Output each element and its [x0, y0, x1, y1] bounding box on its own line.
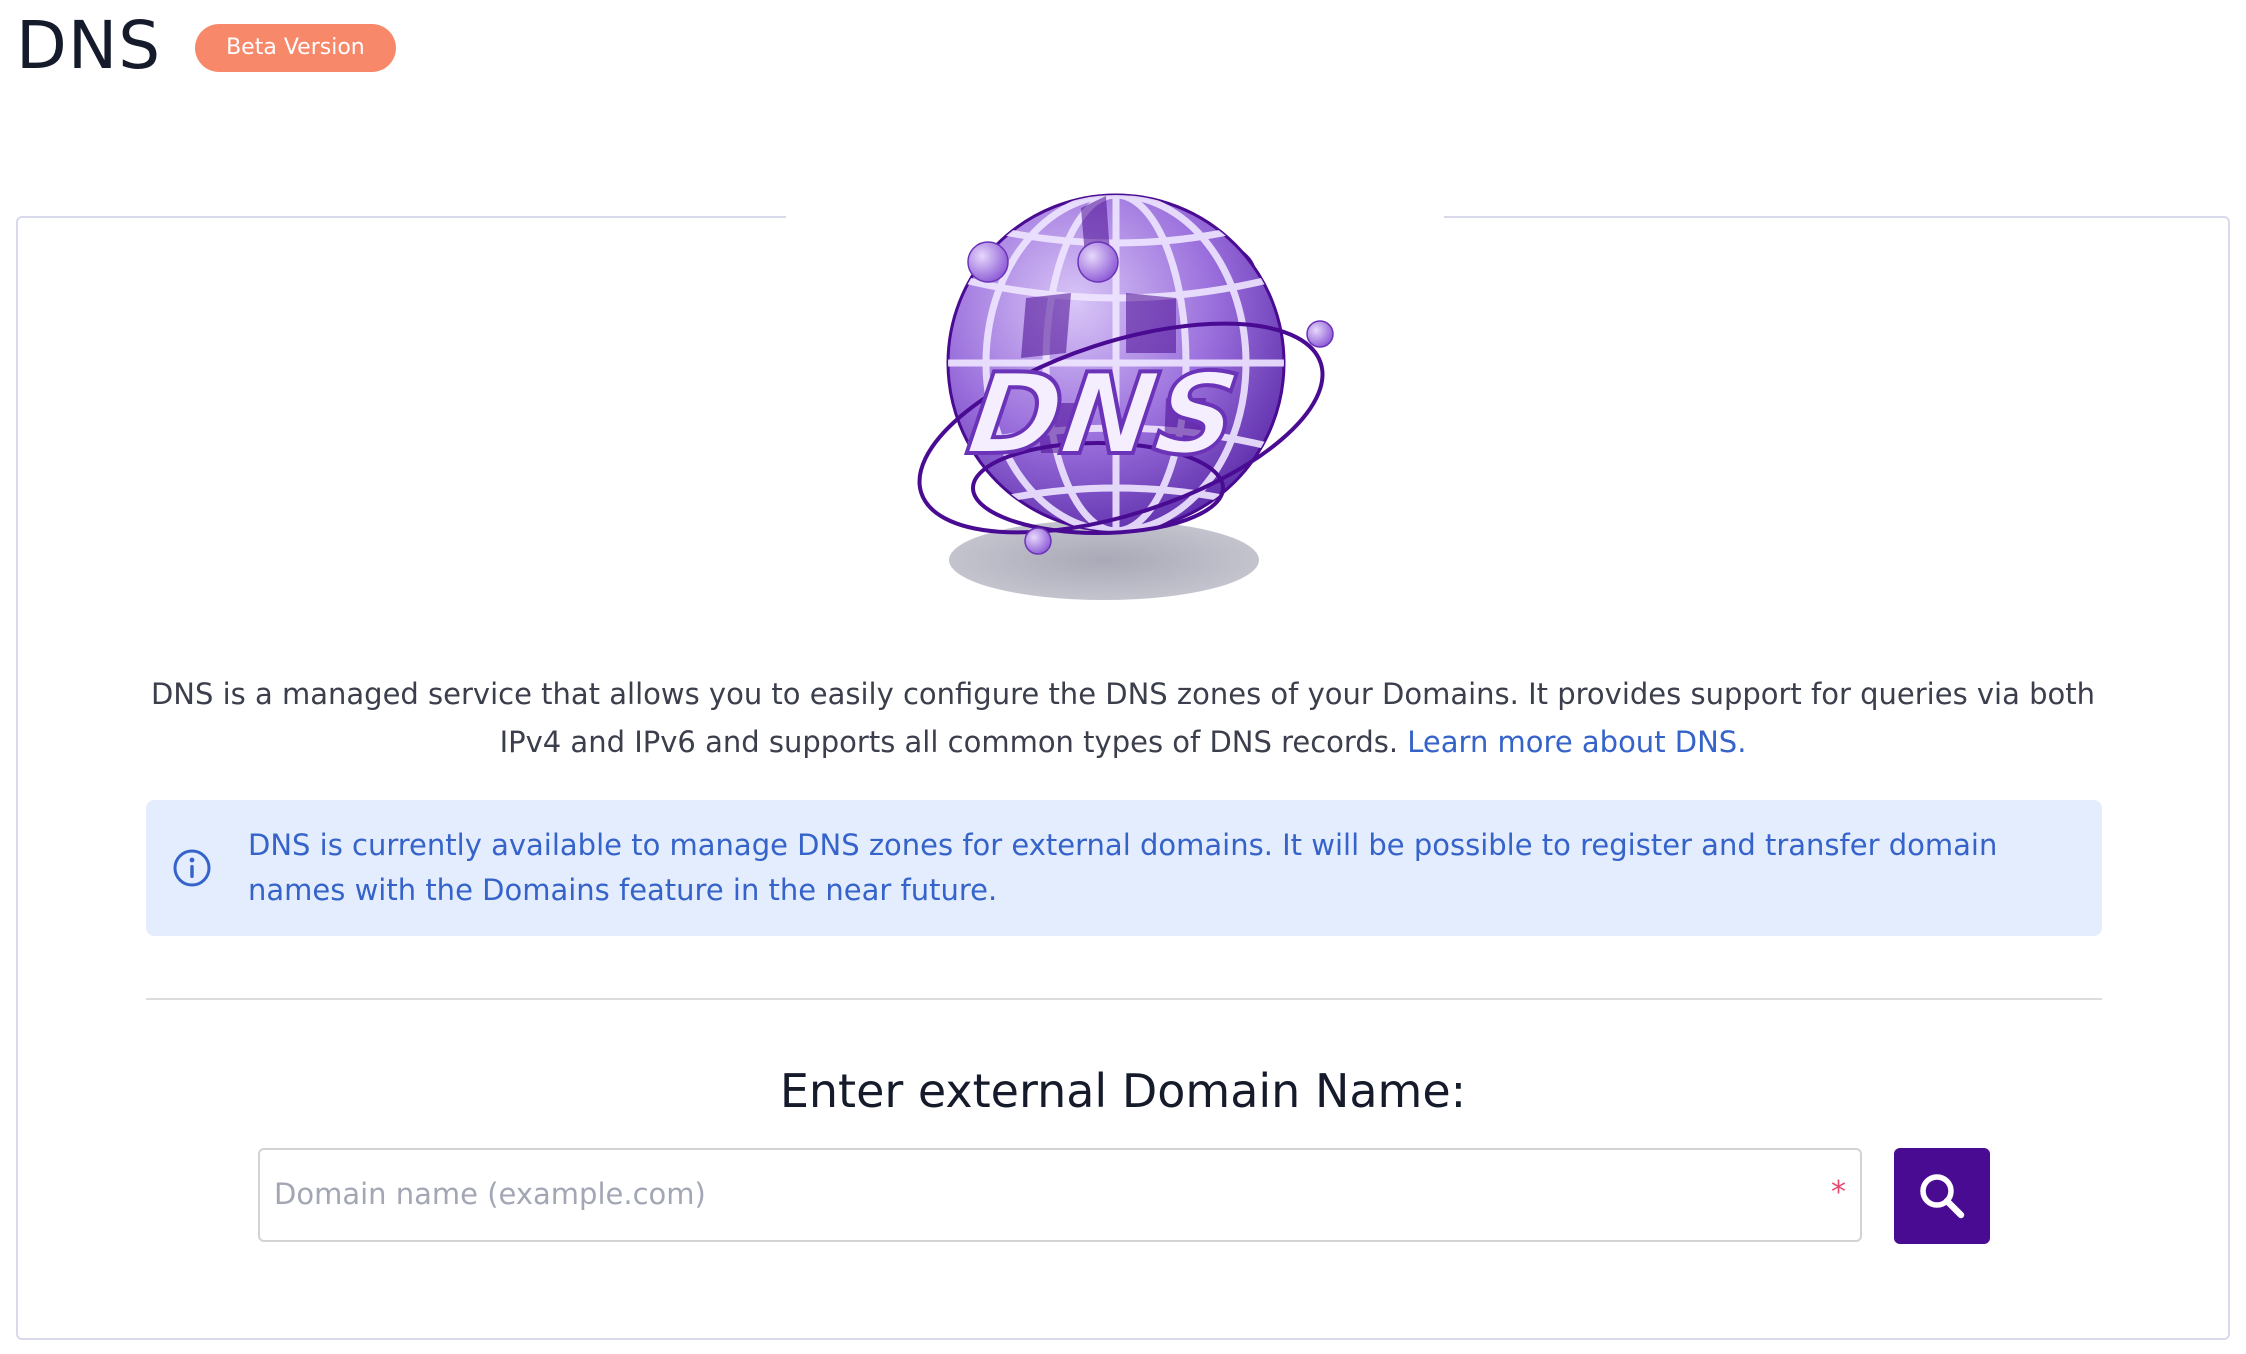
- domain-name-input[interactable]: [260, 1150, 1774, 1238]
- service-description: DNS is a managed service that allows you…: [140, 670, 2106, 766]
- info-banner-text: DNS is currently available to manage DNS…: [248, 828, 1998, 907]
- orbit-ball-1: [967, 241, 1009, 283]
- search-button[interactable]: [1894, 1148, 1990, 1244]
- description-text: DNS is a managed service that allows you…: [150, 677, 2096, 759]
- orbit-ball-2: [1077, 241, 1119, 283]
- orbit-ball-3: [1306, 320, 1334, 348]
- page-title: DNS: [16, 7, 162, 84]
- learn-more-link[interactable]: Learn more about DNS.: [1407, 725, 1746, 759]
- required-marker: *: [1831, 1175, 1846, 1210]
- dns-globe-icon: DNS: [917, 193, 1334, 600]
- search-icon: [1920, 1174, 1965, 1219]
- page-header: DNS Beta Version: [16, 6, 396, 86]
- beta-badge: Beta Version: [195, 24, 396, 72]
- info-banner: DNS is currently available to manage DNS…: [146, 800, 2102, 936]
- domain-field: *: [258, 1148, 1862, 1242]
- orbit-ball-4: [1024, 527, 1052, 555]
- dns-logo-text: DNS: [960, 350, 1246, 480]
- section-divider: [146, 998, 2102, 1000]
- info-icon: [173, 849, 211, 887]
- domain-prompt: Enter external Domain Name:: [779, 1064, 1467, 1118]
